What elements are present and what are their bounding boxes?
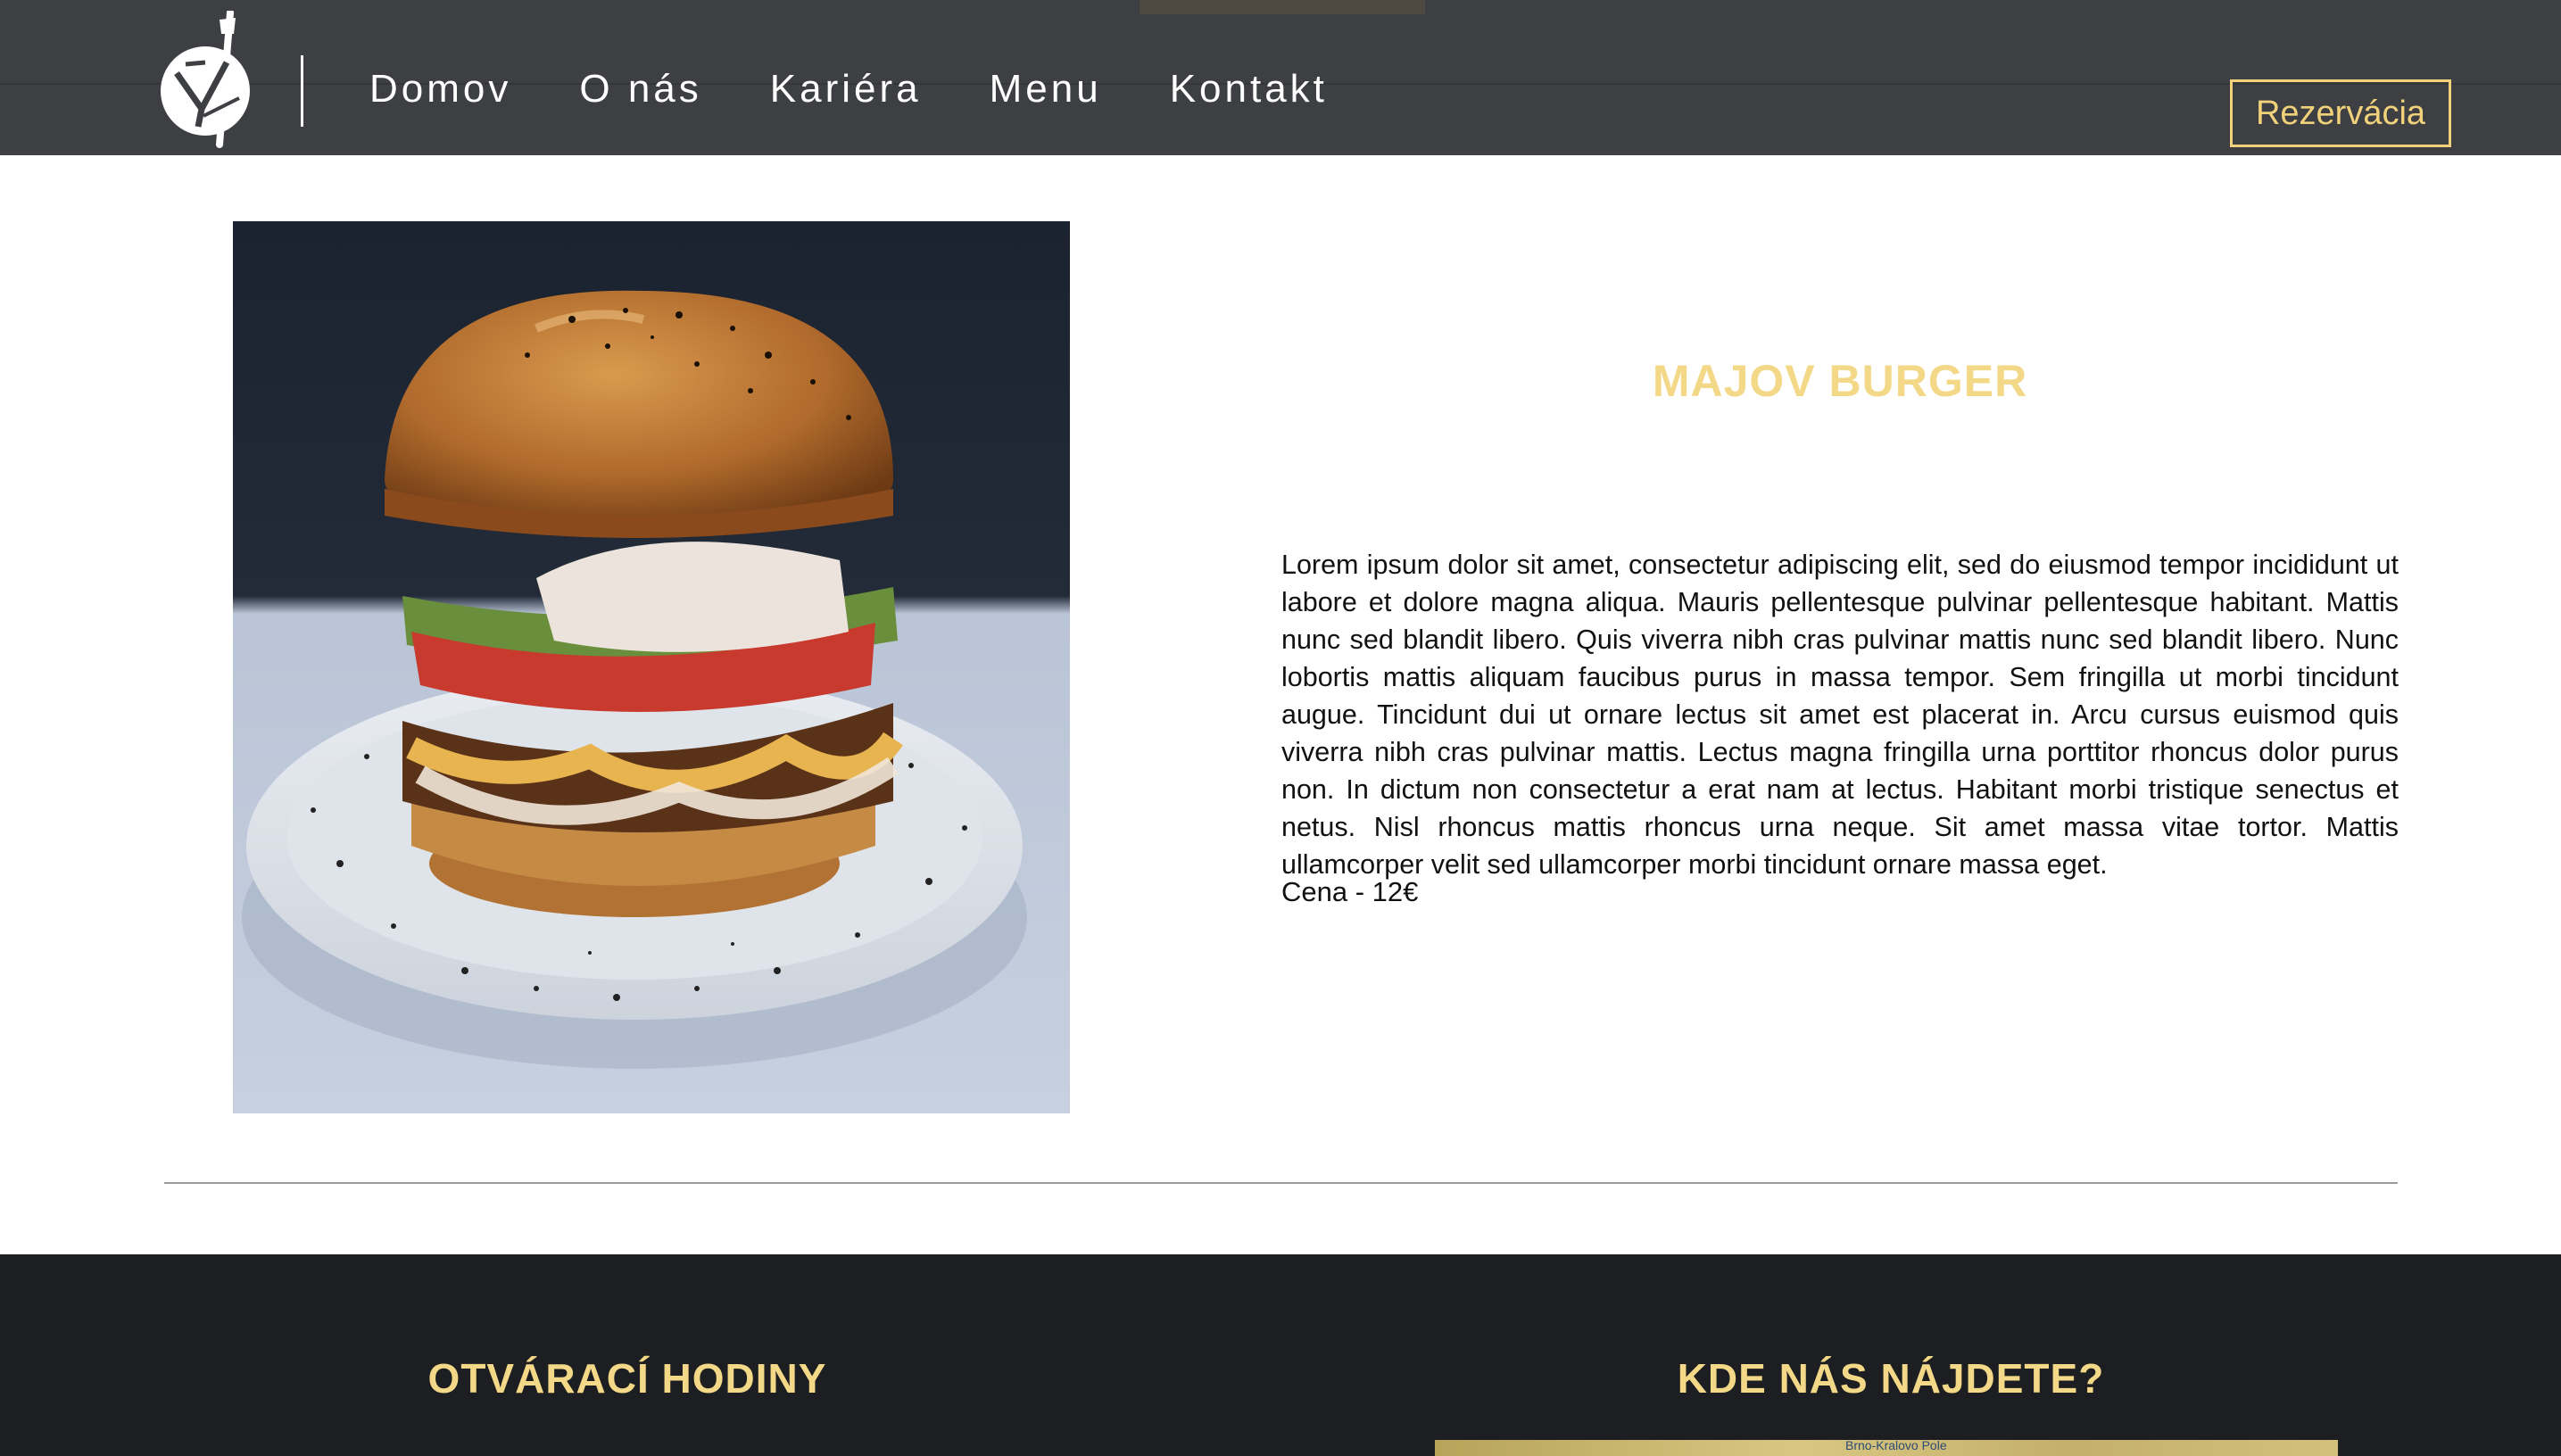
location-map[interactable]: Brno-Kralovo Pole xyxy=(1435,1440,2338,1456)
product-title: MAJOV BURGER xyxy=(1652,356,2028,406)
burger-photo-icon xyxy=(233,221,1070,1113)
map-place-label: Brno-Kralovo Pole xyxy=(1845,1440,1947,1452)
nav-item-kontakt[interactable]: Kontakt xyxy=(1170,62,1328,116)
site-footer: OTVÁRACÍ HODINY KDE NÁS NÁJDETE? Brno-Kr… xyxy=(0,1254,2561,1456)
nav-item-o-nas[interactable]: O nás xyxy=(579,62,701,116)
reservation-button[interactable]: Rezervácia xyxy=(2230,79,2451,147)
section-divider xyxy=(164,1182,2398,1184)
nav-item-menu[interactable]: Menu xyxy=(990,62,1102,116)
header-tab-accent xyxy=(1140,0,1425,14)
logo-divider xyxy=(301,55,303,127)
nav-item-domov[interactable]: Domov xyxy=(369,62,511,116)
nav-item-kariera[interactable]: Kariéra xyxy=(770,62,922,116)
location-title: KDE NÁS NÁJDETE? xyxy=(1677,1355,2105,1402)
opening-hours-title: OTVÁRACÍ HODINY xyxy=(427,1355,827,1402)
logo-icon[interactable] xyxy=(159,9,257,150)
main-nav: Domov O nás Kariéra Menu Kontakt xyxy=(369,62,1396,116)
product-description: Lorem ipsum dolor sit amet, consectetur … xyxy=(1281,550,2399,880)
product-price: Cena - 12€ xyxy=(1281,876,1419,907)
site-header: Domov O nás Kariéra Menu Kontakt Rezervá… xyxy=(0,0,2561,155)
